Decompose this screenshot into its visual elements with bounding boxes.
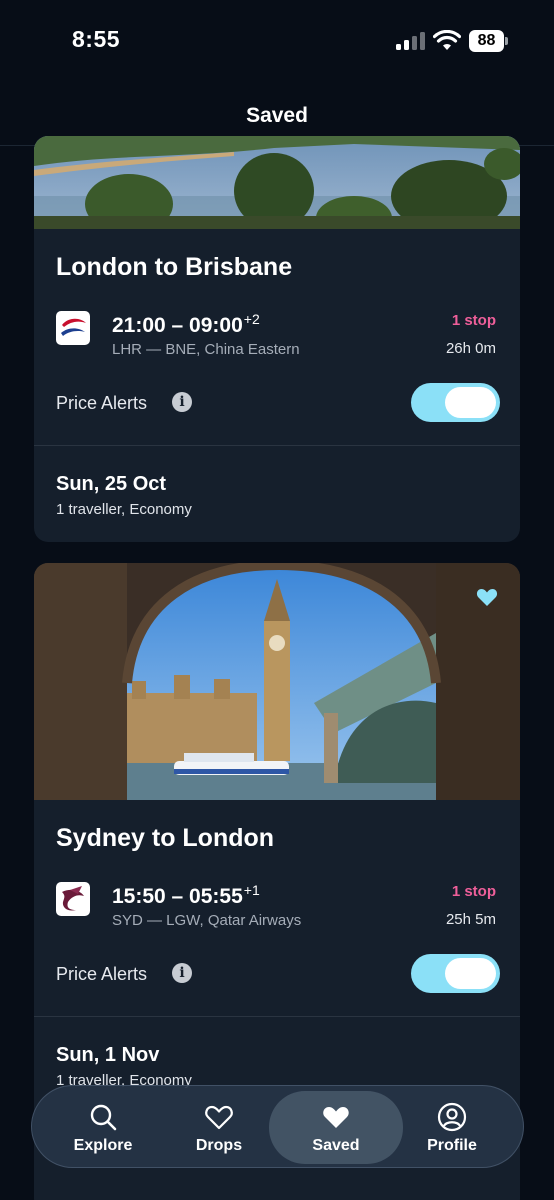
info-icon[interactable]: i [172,963,192,983]
price-alerts-toggle[interactable] [411,383,500,422]
divider [34,445,520,446]
travel-date: Sun, 1 Nov [56,1044,160,1066]
info-icon[interactable]: i [172,392,192,412]
travel-date: Sun, 25 Oct [56,473,167,495]
stops-badge: 1 stop [451,883,496,900]
tab-label: Drops [195,1137,243,1154]
price-alerts-label: Price Alerts [56,393,148,413]
heart-outline-icon [205,1105,233,1130]
price-alerts-toggle[interactable] [411,954,500,993]
cellular-signal-icon [396,32,426,50]
tab-label: Profile [427,1137,477,1154]
status-time: 8:55 [72,26,121,52]
battery-level: 88 [469,30,504,52]
day-offset: +1 [243,882,260,898]
flight-times: 21:00 – 09:00+2 [112,311,260,337]
profile-icon [437,1102,467,1132]
heart-filled-icon [323,1107,349,1128]
tab-saved[interactable]: Saved [269,1091,403,1164]
passenger-summary: 1 traveller, Economy [56,501,192,518]
day-offset: +2 [243,311,260,327]
wifi-icon [433,30,461,50]
flight-times: 15:50 – 05:55+1 [112,882,260,908]
route-detail: SYD — LGW, Qatar Airways [112,912,302,929]
saved-heart-icon[interactable] [476,587,498,607]
stops-badge: 1 stop [451,312,496,329]
qatar-airways-logo [56,882,90,916]
flight-duration: 26h 0m [445,340,496,357]
battery-icon: 88 [469,30,509,52]
divider [34,1016,520,1017]
saved-trip-card[interactable]: London to Brisbane 21:00 – 09:00+2 LHR —… [34,136,520,542]
tab-label: Explore [73,1137,133,1154]
tab-explore[interactable]: Explore [45,1086,161,1169]
route-title: London to Brisbane [56,253,293,281]
flight-duration: 25h 5m [445,911,496,928]
price-alerts-label: Price Alerts [56,964,148,984]
route-title: Sydney to London [56,824,275,852]
tab-label: Saved [312,1137,360,1154]
china-eastern-logo [56,311,90,345]
tab-profile[interactable]: Profile [394,1086,510,1169]
status-bar: 8:55 88 [0,0,554,82]
page-title: Saved [246,104,308,127]
bottom-tab-bar: Explore Drops Saved Profile [31,1085,524,1168]
route-detail: LHR — BNE, China Eastern [112,341,300,358]
search-icon [90,1104,117,1131]
destination-photo [34,563,520,800]
destination-photo [34,136,520,229]
tab-drops[interactable]: Drops [161,1086,277,1169]
